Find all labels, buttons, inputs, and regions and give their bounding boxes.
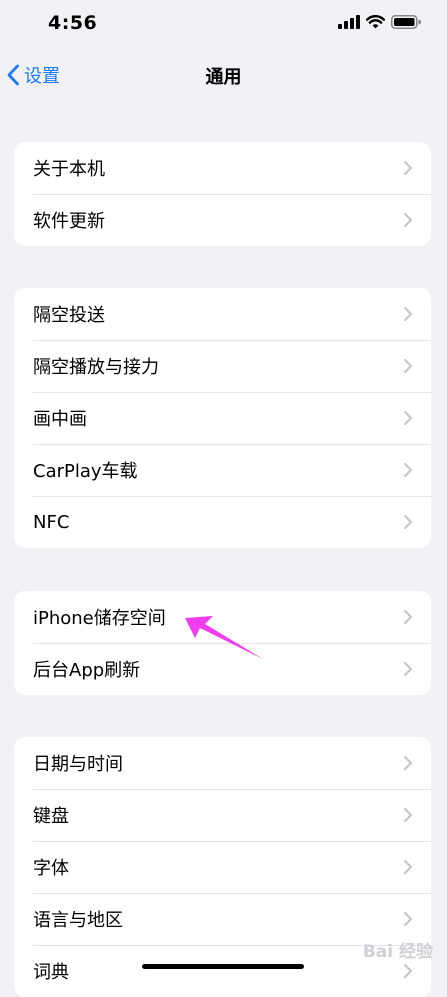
settings-row-label: 画中画 — [33, 409, 87, 430]
settings-row-iphone-storage[interactable]: iPhone储存空间 — [14, 591, 431, 643]
settings-group-storage: iPhone储存空间 后台App刷新 — [14, 591, 431, 695]
settings-group-about: 关于本机 软件更新 — [14, 142, 431, 246]
settings-row-label: NFC — [33, 511, 70, 533]
navigation-bar: 设置 通用 — [0, 50, 447, 102]
status-icons — [338, 15, 421, 29]
page-title: 通用 — [205, 67, 242, 88]
chevron-right-icon — [404, 411, 412, 425]
settings-row-label: 日期与时间 — [33, 754, 123, 775]
settings-row-software-update[interactable]: 软件更新 — [14, 194, 431, 246]
settings-row-label: 键盘 — [33, 806, 69, 827]
settings-row-label: 词典 — [33, 962, 69, 983]
home-indicator[interactable] — [142, 964, 304, 969]
status-time: 4:56 — [48, 12, 98, 34]
settings-row-label: CarPlay车载 — [33, 461, 138, 482]
settings-row-fonts[interactable]: 字体 — [14, 841, 431, 893]
settings-row-label: 关于本机 — [33, 159, 105, 180]
settings-row-label: 语言与地区 — [33, 910, 123, 931]
settings-row-airdrop[interactable]: 隔空投送 — [14, 288, 431, 340]
settings-row-dictionary[interactable]: 词典 — [14, 945, 431, 997]
chevron-right-icon — [404, 307, 412, 321]
settings-row-about[interactable]: 关于本机 — [14, 142, 431, 194]
settings-row-label: 后台App刷新 — [33, 660, 141, 681]
settings-row-label: 字体 — [33, 858, 69, 879]
settings-group-connectivity: 隔空投送 隔空播放与接力 画中画 CarPlay车载 NFC — [14, 288, 431, 548]
chevron-right-icon — [404, 860, 412, 874]
settings-row-label: iPhone储存空间 — [33, 608, 166, 629]
chevron-right-icon — [404, 161, 412, 175]
status-bar: 4:56 — [0, 0, 447, 50]
settings-group-locale: 日期与时间 键盘 字体 语言与地区 词典 — [14, 737, 431, 997]
chevron-right-icon — [404, 610, 412, 624]
chevron-right-icon — [404, 515, 412, 529]
chevron-right-icon — [404, 808, 412, 822]
chevron-right-icon — [404, 912, 412, 926]
settings-row-carplay[interactable]: CarPlay车载 — [14, 444, 431, 496]
chevron-right-icon — [404, 662, 412, 676]
settings-row-keyboard[interactable]: 键盘 — [14, 789, 431, 841]
settings-row-picture-in-picture[interactable]: 画中画 — [14, 392, 431, 444]
settings-row-nfc[interactable]: NFC — [14, 496, 431, 548]
cellular-signal-icon — [338, 15, 360, 29]
chevron-right-icon — [404, 463, 412, 477]
settings-row-label: 软件更新 — [33, 211, 105, 232]
chevron-right-icon — [404, 964, 412, 978]
settings-row-date-time[interactable]: 日期与时间 — [14, 737, 431, 789]
settings-row-label: 隔空投送 — [33, 305, 105, 326]
settings-row-language-region[interactable]: 语言与地区 — [14, 893, 431, 945]
wifi-icon — [366, 15, 385, 29]
chevron-right-icon — [404, 213, 412, 227]
chevron-right-icon — [404, 756, 412, 770]
chevron-right-icon — [404, 359, 412, 373]
settings-row-background-app-refresh[interactable]: 后台App刷新 — [14, 643, 431, 695]
settings-row-airplay-handoff[interactable]: 隔空播放与接力 — [14, 340, 431, 392]
battery-icon — [391, 15, 421, 29]
settings-row-label: 隔空播放与接力 — [33, 357, 159, 378]
